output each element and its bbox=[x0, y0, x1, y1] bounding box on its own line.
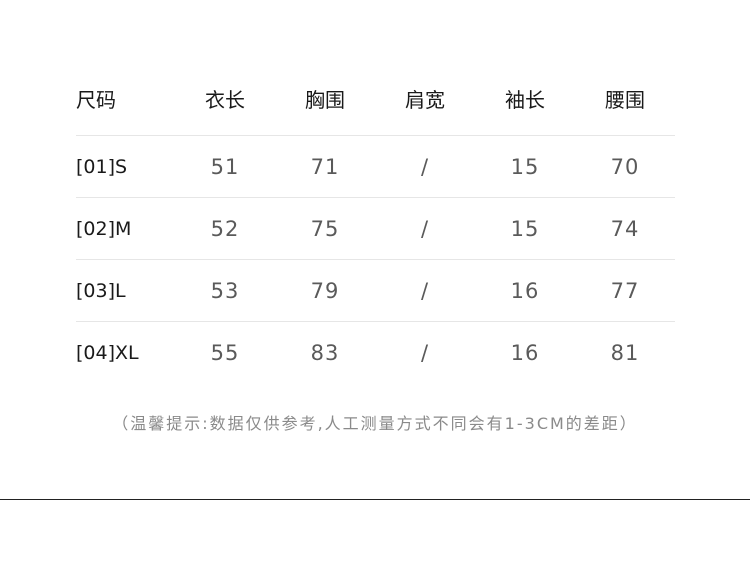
length-value: 53 bbox=[210, 278, 240, 303]
waist-value: 77 bbox=[610, 278, 640, 303]
shoulder-value: / bbox=[420, 216, 430, 241]
shoulder-value: / bbox=[420, 278, 430, 303]
shoulder-value: / bbox=[420, 154, 430, 179]
header-size: 尺码 bbox=[76, 88, 116, 112]
sleeve-value: 16 bbox=[510, 340, 540, 365]
size-table: 尺码 衣长 胸围 肩宽 袖长 腰围 [01]S 51 71 / 15 70 [0… bbox=[76, 62, 675, 383]
size-label: [04]XL bbox=[76, 341, 139, 364]
waist-value: 81 bbox=[610, 340, 640, 365]
size-label: [01]S bbox=[76, 155, 128, 178]
chest-value: 71 bbox=[310, 154, 340, 179]
header-length: 衣长 bbox=[205, 88, 245, 112]
sleeve-value: 15 bbox=[510, 216, 540, 241]
sleeve-value: 15 bbox=[510, 154, 540, 179]
chest-value: 79 bbox=[310, 278, 340, 303]
table-row: [03]L 53 79 / 16 77 bbox=[76, 260, 675, 322]
header-waist: 腰围 bbox=[605, 88, 645, 112]
size-label: [02]M bbox=[76, 217, 132, 240]
chest-value: 75 bbox=[310, 216, 340, 241]
length-value: 55 bbox=[210, 340, 240, 365]
header-chest: 胸围 bbox=[305, 88, 345, 112]
waist-value: 74 bbox=[610, 216, 640, 241]
table-row: [02]M 52 75 / 15 74 bbox=[76, 198, 675, 260]
length-value: 51 bbox=[210, 154, 240, 179]
measurement-note: （温馨提示:数据仅供参考,人工测量方式不同会有1-3CM的差距） bbox=[112, 414, 638, 433]
table-header-row: 尺码 衣长 胸围 肩宽 袖长 腰围 bbox=[76, 62, 675, 136]
table-row: [01]S 51 71 / 15 70 bbox=[76, 136, 675, 198]
chest-value: 83 bbox=[310, 340, 340, 365]
table-row: [04]XL 55 83 / 16 81 bbox=[76, 322, 675, 383]
bottom-divider bbox=[0, 499, 750, 500]
size-label: [03]L bbox=[76, 279, 126, 302]
sleeve-value: 16 bbox=[510, 278, 540, 303]
shoulder-value: / bbox=[420, 340, 430, 365]
header-sleeve: 袖长 bbox=[505, 88, 545, 112]
length-value: 52 bbox=[210, 216, 240, 241]
header-shoulder: 肩宽 bbox=[405, 88, 445, 112]
waist-value: 70 bbox=[610, 154, 640, 179]
